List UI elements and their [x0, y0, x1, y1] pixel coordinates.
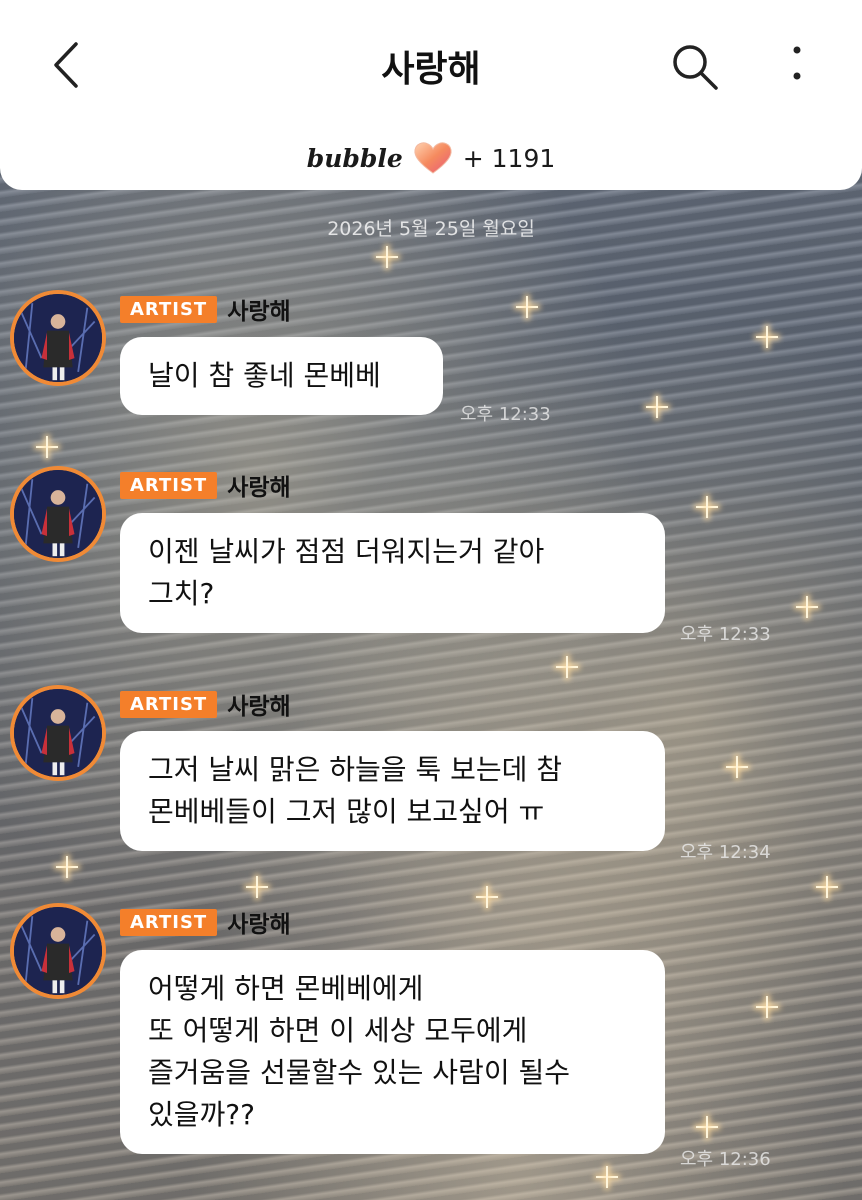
search-icon	[673, 45, 718, 90]
artist-photo	[14, 294, 102, 382]
sender-row: ARTIST 사랑해	[120, 468, 291, 502]
avatar[interactable]	[10, 685, 106, 781]
message-time: 오후 12:34	[680, 842, 771, 863]
sender-row: ARTIST 사랑해	[120, 905, 291, 939]
artist-badge: ARTIST	[120, 690, 218, 718]
avatar[interactable]	[10, 466, 106, 562]
message-bubble[interactable]: 이젠 날씨가 점점 더워지는거 같아 그치?	[120, 513, 665, 633]
message-time: 오후 12:33	[460, 404, 551, 425]
message-time: 오후 12:36	[680, 1149, 771, 1170]
bubble-brand: bubble	[306, 143, 403, 173]
message-time: 오후 12:33	[680, 624, 771, 645]
date-separator: 2026년 5월 25일 월요일	[327, 218, 535, 240]
message-bubble[interactable]: 그저 날씨 맑은 하늘을 툭 보는데 참 몬베베들이 그저 많이 보고싶어 ㅠ	[120, 731, 665, 851]
search-button[interactable]	[668, 40, 720, 92]
artist-photo	[14, 907, 102, 995]
artist-badge: ARTIST	[120, 471, 218, 499]
bubble-status-row: bubble + 1191	[0, 138, 862, 178]
bubble-count: + 1191	[462, 143, 556, 173]
artist-photo	[14, 470, 102, 558]
avatar[interactable]	[10, 290, 106, 386]
sender-row: ARTIST 사랑해	[120, 292, 291, 326]
sender-name: 사랑해	[227, 475, 291, 501]
artist-badge: ARTIST	[120, 295, 218, 323]
chat-header: 사랑해 bubble + 1191	[0, 0, 862, 190]
artist-badge: ARTIST	[120, 908, 218, 936]
sender-row: ARTIST 사랑해	[120, 687, 291, 721]
more-vertical-icon	[793, 46, 801, 80]
more-menu-button[interactable]	[782, 40, 812, 90]
avatar[interactable]	[10, 903, 106, 999]
message-bubble[interactable]: 어떻게 하면 몬베베에게 또 어떻게 하면 이 세상 모두에게 즐거움을 선물할…	[120, 950, 665, 1154]
sender-name: 사랑해	[227, 694, 291, 720]
artist-photo	[14, 689, 102, 777]
chat-title: 사랑해	[381, 49, 481, 90]
heart-icon	[414, 142, 452, 174]
sender-name: 사랑해	[227, 299, 291, 325]
message-bubble[interactable]: 날이 참 좋네 몬베베	[120, 337, 443, 415]
sender-name: 사랑해	[227, 912, 291, 938]
